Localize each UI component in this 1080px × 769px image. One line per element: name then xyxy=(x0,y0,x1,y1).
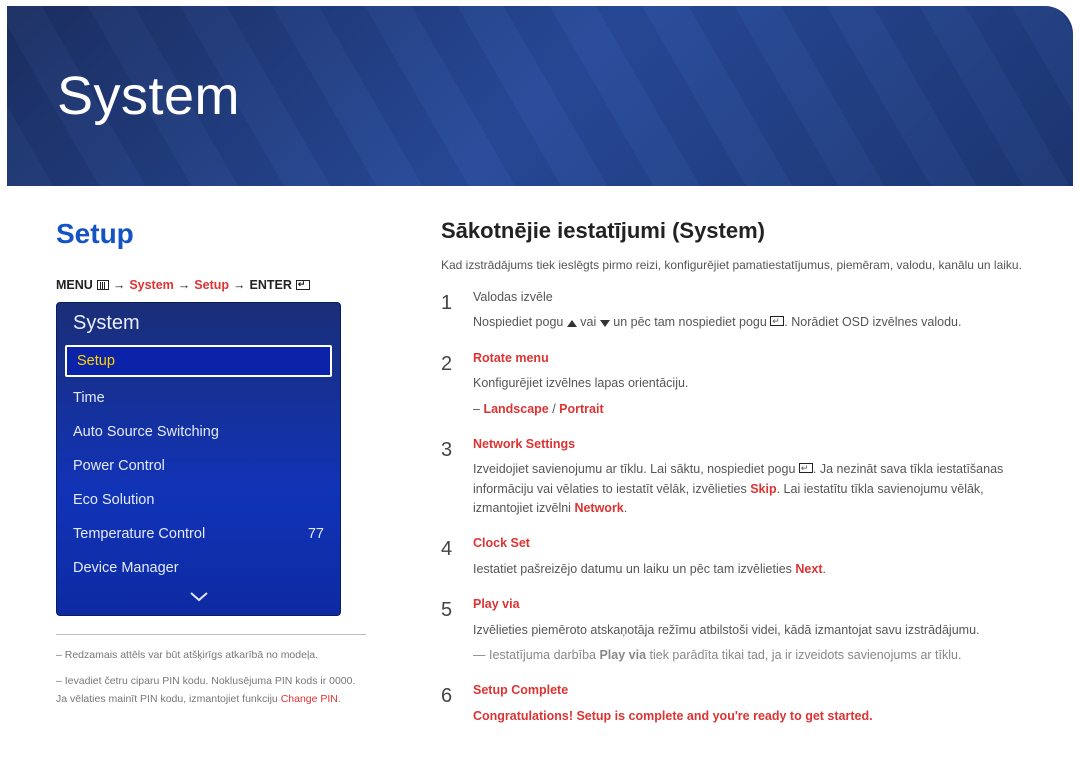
step-2-options: – Landscape / Portrait xyxy=(473,400,1038,419)
menu-path-enter: ENTER xyxy=(250,278,292,292)
chapter-header: System xyxy=(7,6,1073,186)
step-number: 1 xyxy=(441,288,457,339)
text: Iestatiet pašreizējo datumu un laiku un … xyxy=(473,562,795,576)
step-4-desc: Iestatiet pašreizējo datumu un laiku un … xyxy=(473,560,1038,579)
footnote-2: – Ievadiet četru ciparu PIN kodu. Noklus… xyxy=(56,673,366,709)
osd-item-label: Setup xyxy=(77,353,115,369)
osd-item-label: Eco Solution xyxy=(73,492,154,508)
step-5-title: Play via xyxy=(473,597,520,611)
arrow: → xyxy=(178,278,191,292)
arrow: → xyxy=(113,278,126,292)
osd-item-value: 77 xyxy=(308,526,324,542)
footnote-2-highlight: Change PIN xyxy=(281,693,338,705)
section-title: Setup xyxy=(56,218,381,250)
arrow: → xyxy=(233,278,246,292)
step-4-title: Clock Set xyxy=(473,536,530,550)
step-body: Setup Complete Congratulations! Setup is… xyxy=(473,681,1038,732)
osd-item-auto-source[interactable]: Auto Source Switching xyxy=(57,415,340,449)
osd-item-power-control[interactable]: Power Control xyxy=(57,449,340,483)
osd-item-temperature[interactable]: Temperature Control 77 xyxy=(57,517,340,551)
step-number: 3 xyxy=(441,435,457,525)
text: un pēc tam nospiediet pogu xyxy=(610,315,771,329)
left-column: Setup MENU → System → Setup → ENTER Syst… xyxy=(56,218,381,742)
slash: / xyxy=(549,402,559,416)
text: ― Iestatījuma darbība xyxy=(473,648,599,662)
step-number: 5 xyxy=(441,595,457,671)
step-3-desc: Izveidojiet savienojumu ar tīklu. Lai sā… xyxy=(473,460,1038,518)
osd-preview: System Setup Time Auto Source Switching … xyxy=(56,302,341,616)
chevron-down-icon xyxy=(190,592,208,602)
manual-page: System Setup MENU → System → Setup → ENT… xyxy=(0,6,1080,769)
enter-button-icon xyxy=(770,316,784,326)
footnotes: – Redzamais attēls var būt atšķirīgs atk… xyxy=(56,634,366,709)
osd-item-time[interactable]: Time xyxy=(57,381,340,415)
text: . xyxy=(624,501,627,515)
down-arrow-icon xyxy=(600,320,610,327)
option-landscape: Landscape xyxy=(483,402,548,416)
step-3: 3 Network Settings Izveidojiet savienoju… xyxy=(441,435,1038,525)
up-arrow-icon xyxy=(567,320,577,327)
network-label: Network xyxy=(574,501,623,515)
step-1: 1 Valodas izvēle Nospiediet pogu vai un … xyxy=(441,288,1038,339)
step-1-p2: Nospiediet pogu vai un pēc tam nospiedie… xyxy=(473,313,1038,332)
step-body: Play via Izvēlieties piemēroto atskaņotā… xyxy=(473,595,1038,671)
step-body: Valodas izvēle Nospiediet pogu vai un pē… xyxy=(473,288,1038,339)
osd-item-label: Auto Source Switching xyxy=(73,424,219,440)
subsection-title: Sākotnējie iestatījumi (System) xyxy=(441,218,1038,244)
step-6: 6 Setup Complete Congratulations! Setup … xyxy=(441,681,1038,732)
play-via-label: Play via xyxy=(599,648,646,662)
menu-grid-icon xyxy=(97,280,109,290)
skip-label: Skip xyxy=(750,482,776,496)
step-6-msg: Congratulations! Setup is complete and y… xyxy=(473,709,873,723)
step-number: 2 xyxy=(441,349,457,425)
step-body: Network Settings Izveidojiet savienojumu… xyxy=(473,435,1038,525)
content-area: Setup MENU → System → Setup → ENTER Syst… xyxy=(0,186,1080,742)
footnote-1: – Redzamais attēls var būt atšķirīgs atk… xyxy=(56,647,366,665)
step-3-title: Network Settings xyxy=(473,437,575,451)
step-4: 4 Clock Set Iestatiet pašreizējo datumu … xyxy=(441,534,1038,585)
text: Nospiediet pogu xyxy=(473,315,567,329)
step-number: 4 xyxy=(441,534,457,585)
osd-more-chevron[interactable] xyxy=(57,585,340,615)
text: vai xyxy=(577,315,600,329)
menu-path: MENU → System → Setup → ENTER xyxy=(56,278,381,292)
osd-item-setup[interactable]: Setup xyxy=(65,345,332,377)
option-portrait: Portrait xyxy=(559,402,603,416)
step-1-p1: Valodas izvēle xyxy=(473,288,1038,307)
osd-item-label: Time xyxy=(73,390,105,406)
chapter-title: System xyxy=(57,65,240,127)
path-setup: Setup xyxy=(194,278,229,292)
setup-steps: 1 Valodas izvēle Nospiediet pogu vai un … xyxy=(441,288,1038,732)
step-2-desc: Konfigurējiet izvēlnes lapas orientāciju… xyxy=(473,374,1038,393)
next-label: Next xyxy=(795,562,822,576)
step-6-title: Setup Complete xyxy=(473,683,568,697)
step-body: Rotate menu Konfigurējiet izvēlnes lapas… xyxy=(473,349,1038,425)
right-column: Sākotnējie iestatījumi (System) Kad izst… xyxy=(441,218,1038,742)
osd-item-eco-solution[interactable]: Eco Solution xyxy=(57,483,340,517)
enter-button-icon xyxy=(296,280,310,290)
text: Izveidojiet savienojumu ar tīklu. Lai sā… xyxy=(473,462,799,476)
step-2: 2 Rotate menu Konfigurējiet izvēlnes lap… xyxy=(441,349,1038,425)
osd-item-label: Temperature Control xyxy=(73,526,205,542)
dash: – xyxy=(473,402,483,416)
text: tiek parādīta tikai tad, ja ir izveidots… xyxy=(646,648,961,662)
enter-button-icon xyxy=(799,463,813,473)
text: . Norādiet OSD izvēlnes valodu. xyxy=(784,315,961,329)
osd-item-label: Device Manager xyxy=(73,560,179,576)
step-5-p2: ― Iestatījuma darbība Play via tiek parā… xyxy=(473,646,1038,665)
path-system: System xyxy=(129,278,173,292)
step-number: 6 xyxy=(441,681,457,732)
step-body: Clock Set Iestatiet pašreizējo datumu un… xyxy=(473,534,1038,585)
osd-header: System xyxy=(57,303,340,341)
intro-text: Kad izstrādājums tiek ieslēgts pirmo rei… xyxy=(441,258,1038,272)
step-2-title: Rotate menu xyxy=(473,351,549,365)
step-5: 5 Play via Izvēlieties piemēroto atskaņo… xyxy=(441,595,1038,671)
osd-item-label: Power Control xyxy=(73,458,165,474)
osd-item-device-manager[interactable]: Device Manager xyxy=(57,551,340,585)
step-5-p1: Izvēlieties piemēroto atskaņotāja režīmu… xyxy=(473,621,1038,640)
menu-path-prefix: MENU xyxy=(56,278,93,292)
footnote-2-post: . xyxy=(338,693,341,705)
text: . xyxy=(823,562,826,576)
